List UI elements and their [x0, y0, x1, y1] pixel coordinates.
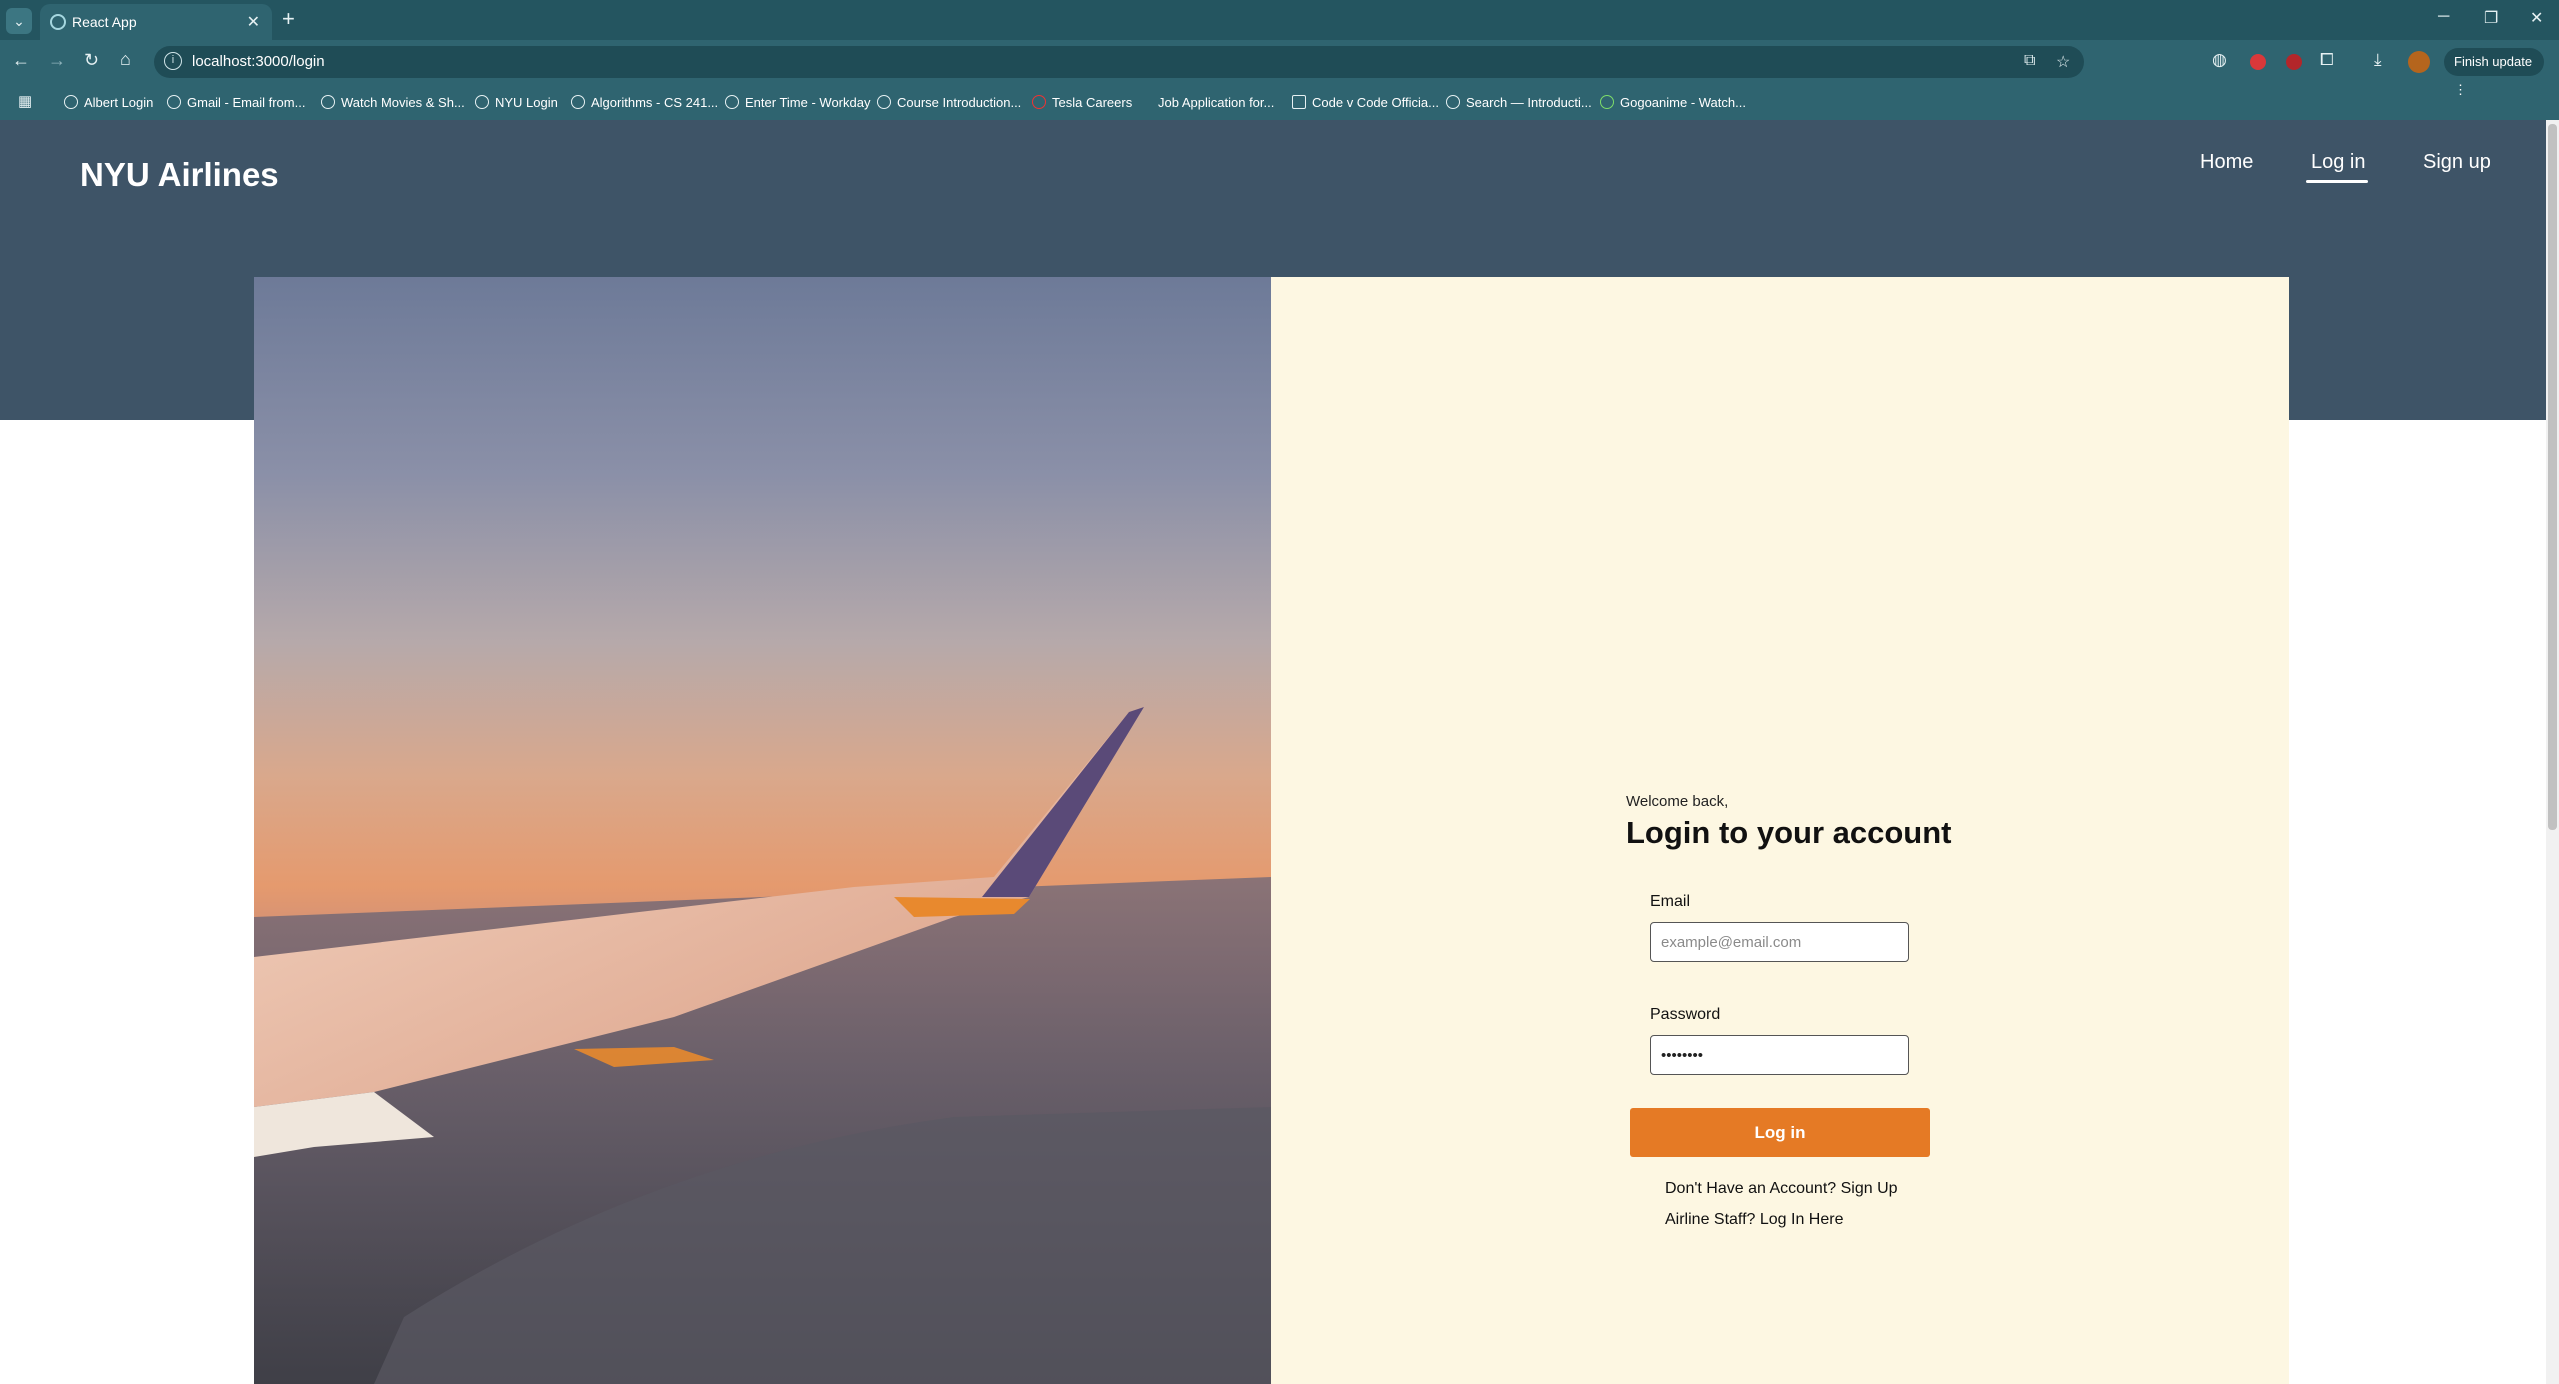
profile-avatar[interactable]	[2408, 51, 2430, 73]
globe-icon	[1446, 95, 1460, 109]
bookmark-label: Course Introduction...	[897, 94, 1022, 110]
extensions-puzzle-icon[interactable]: ⧠	[2320, 50, 2334, 70]
signup-link[interactable]: Don't Have an Account? Sign Up	[1665, 1180, 1898, 1198]
bookmark-watch-movies[interactable]: Watch Movies & Sh...	[321, 92, 465, 112]
site-info-icon[interactable]: i	[164, 52, 182, 70]
finish-update-button[interactable]: Finish update ⋮	[2444, 48, 2544, 97]
docs-icon	[1292, 95, 1306, 109]
minimize-icon[interactable]: ─	[2438, 8, 2449, 26]
tab-strip	[0, 0, 2559, 40]
home-icon[interactable]: ⌂	[120, 49, 131, 70]
bookmark-search-intro[interactable]: Search — Introducti...	[1446, 92, 1592, 112]
bookmark-workday[interactable]: Enter Time - Workday	[725, 92, 870, 112]
restore-icon[interactable]: ❐	[2484, 8, 2498, 28]
login-button[interactable]: Log in	[1630, 1108, 1930, 1157]
bookmark-label: Gmail - Email from...	[187, 94, 306, 110]
email-field[interactable]	[1650, 922, 1909, 962]
nav-home[interactable]: Home	[2200, 151, 2253, 174]
reload-icon[interactable]: ↻	[84, 50, 99, 71]
forward-icon[interactable]: →	[48, 50, 66, 71]
bookmark-label: Tesla Careers	[1052, 94, 1133, 110]
address-url[interactable]: localhost:3000/login	[192, 53, 325, 70]
close-window-icon[interactable]: ✕	[2530, 8, 2543, 28]
new-tab-icon[interactable]: +	[282, 6, 295, 32]
globe-icon	[64, 95, 78, 109]
bookmark-job-application[interactable]: Job Application for...	[1158, 92, 1274, 112]
bookmark-label: Job Application for...	[1158, 94, 1275, 110]
password-label: Password	[1650, 1006, 1721, 1023]
staff-login-link[interactable]: Airline Staff? Log In Here	[1665, 1211, 1843, 1229]
bookmark-course-intro[interactable]: Course Introduction...	[877, 92, 1021, 112]
airplane-wing-photo	[254, 277, 1271, 1384]
brand-logo[interactable]: NYU Airlines	[80, 156, 279, 194]
active-nav-underline	[2306, 180, 2368, 183]
extension-globe-icon[interactable]: ◍	[2212, 50, 2227, 70]
extension-ublock-icon[interactable]	[2286, 54, 2302, 70]
install-app-icon[interactable]: ⧉	[2024, 52, 2035, 70]
nav-login[interactable]: Log in	[2311, 151, 2366, 174]
apps-grid-icon[interactable]: ▦	[18, 92, 32, 110]
finish-update-label: Finish update	[2454, 54, 2533, 69]
bookmark-label: Search — Introducti...	[1466, 94, 1592, 110]
back-icon[interactable]: ←	[12, 50, 30, 71]
tab-title: React App	[72, 14, 137, 30]
wing-illustration	[254, 707, 1271, 1384]
bookmark-algorithms[interactable]: Algorithms - CS 241...	[571, 92, 718, 112]
email-label: Email	[1650, 893, 1691, 910]
downloads-icon[interactable]: ⤓	[2374, 50, 2382, 70]
tab-close-icon[interactable]: ✕	[247, 12, 260, 32]
site-icon	[321, 95, 335, 109]
bookmark-label: Algorithms - CS 241...	[591, 94, 719, 110]
react-favicon-icon	[50, 14, 66, 30]
welcome-text: Welcome back,	[1626, 793, 1729, 810]
extension-red-icon[interactable]	[2250, 54, 2266, 70]
course-icon	[877, 95, 891, 109]
password-field[interactable]	[1650, 1035, 1909, 1075]
bookmark-nyu-login[interactable]: NYU Login	[475, 92, 558, 112]
bookmark-label: Enter Time - Workday	[745, 94, 871, 110]
google-icon	[167, 95, 181, 109]
bookmark-gmail[interactable]: Gmail - Email from...	[167, 92, 305, 112]
gogoanime-icon	[1600, 95, 1614, 109]
globe-icon	[475, 95, 489, 109]
bookmark-label: Albert Login	[84, 94, 154, 110]
globe-icon	[571, 95, 585, 109]
scrollbar-thumb[interactable]	[2548, 124, 2557, 830]
bookmark-label: NYU Login	[495, 94, 558, 110]
bookmark-label: Code v Code Officia...	[1312, 94, 1439, 110]
tesla-icon	[1032, 95, 1046, 109]
address-bar[interactable]: i localhost:3000/login ⧉ ☆	[154, 46, 2084, 78]
login-title: Login to your account	[1626, 815, 1952, 850]
bookmark-tesla-careers[interactable]: Tesla Careers	[1032, 92, 1132, 112]
bookmark-label: Gogoanime - Watch...	[1620, 94, 1746, 110]
bookmark-label: Watch Movies & Sh...	[341, 94, 465, 110]
tab-search-icon[interactable]: ⌄	[6, 8, 32, 34]
nav-signup[interactable]: Sign up	[2423, 151, 2491, 174]
workday-icon	[725, 95, 739, 109]
tab-react-app[interactable]: React App ✕	[40, 4, 272, 40]
bookmark-star-icon[interactable]: ☆	[2056, 52, 2070, 72]
bookmark-albert-login[interactable]: Albert Login	[64, 92, 153, 112]
bookmark-code-v-code[interactable]: Code v Code Officia...	[1292, 92, 1439, 112]
bookmark-gogoanime[interactable]: Gogoanime - Watch...	[1600, 92, 1746, 112]
